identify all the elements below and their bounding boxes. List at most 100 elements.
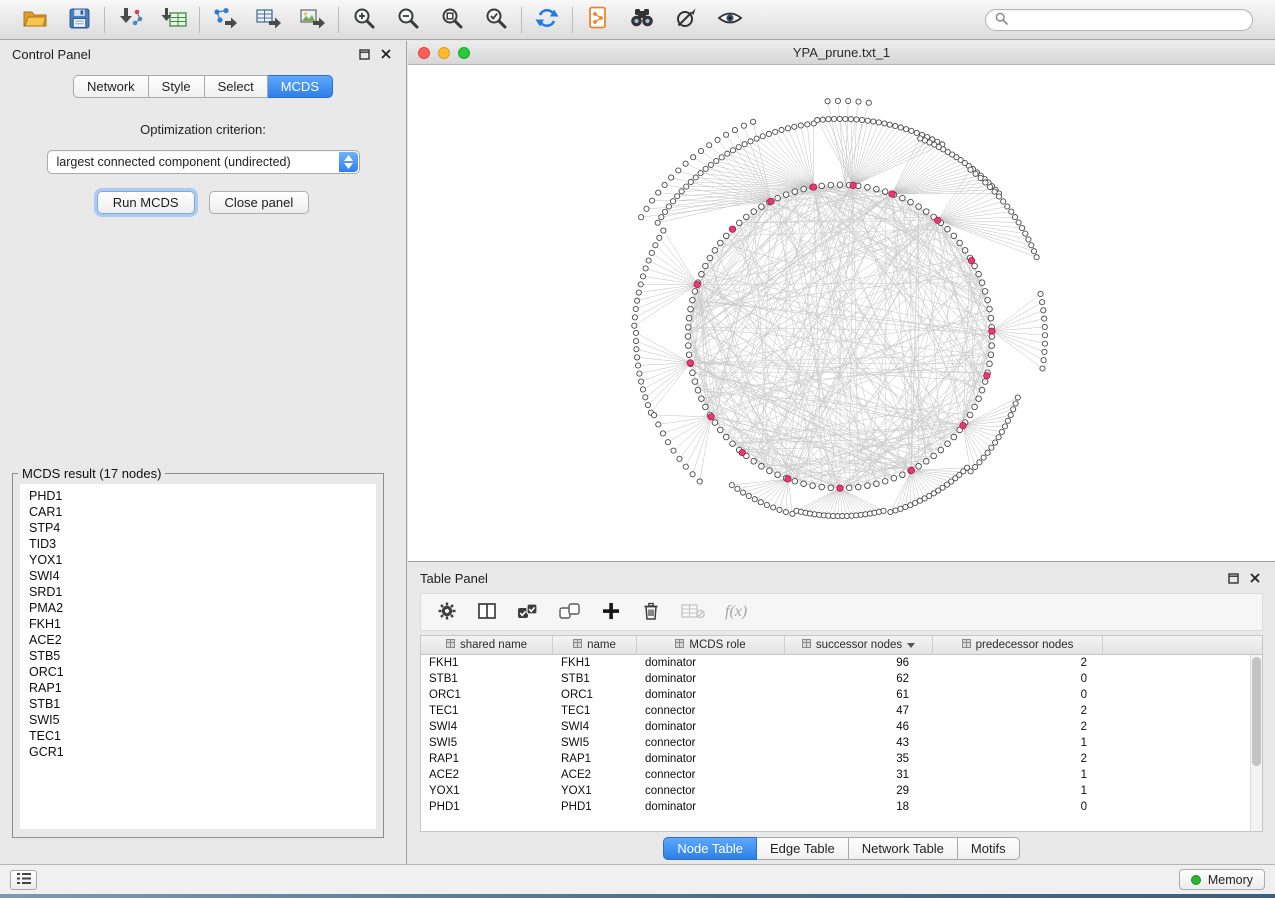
copy-style-button[interactable] — [583, 6, 613, 34]
import-table-button[interactable] — [159, 6, 189, 34]
mcds-result-item[interactable]: STP4 — [29, 520, 367, 536]
float-panel-icon[interactable] — [356, 46, 372, 62]
mcds-result-item[interactable]: SWI5 — [29, 712, 367, 728]
tab-motifs[interactable]: Motifs — [958, 837, 1020, 860]
deselect-all-icon[interactable] — [559, 601, 581, 624]
table-row[interactable]: SWI4SWI4dominator462 — [421, 719, 1262, 735]
table-settings-gear-icon[interactable] — [437, 601, 457, 624]
table-row[interactable]: TEC1TEC1connector472 — [421, 703, 1262, 719]
mcds-result-item[interactable]: FKH1 — [29, 616, 367, 632]
mcds-result-item[interactable]: YOX1 — [29, 552, 367, 568]
mcds-result-item[interactable]: STB5 — [29, 648, 367, 664]
table-row[interactable]: ACE2ACE2connector311 — [421, 767, 1262, 783]
zoom-fit-button[interactable] — [437, 6, 467, 34]
zoom-fit-icon — [440, 6, 464, 33]
node-table-body: FKH1FKH1dominator962STB1STB1dominator620… — [421, 655, 1262, 815]
mcds-result-item[interactable]: CAR1 — [29, 504, 367, 520]
table-row[interactable]: SWI5SWI5connector431 — [421, 735, 1262, 751]
memory-label: Memory — [1208, 873, 1253, 887]
column-header-name[interactable]: name — [553, 636, 637, 654]
mcds-result-list[interactable]: PHD1CAR1STP4TID3YOX1SWI4SRD1PMA2FKH1ACE2… — [20, 484, 376, 829]
right-region: YPA_prune.txt_1 Table Panel — [408, 41, 1275, 864]
delete-column-icon[interactable] — [641, 601, 661, 624]
optimization-criterion-label: Optimization criterion: — [0, 122, 406, 137]
import-network-button[interactable] — [115, 6, 145, 34]
show-columns-icon[interactable] — [477, 601, 497, 624]
tab-network-table[interactable]: Network Table — [849, 837, 958, 860]
export-image-button[interactable] — [298, 6, 328, 34]
export-table-button[interactable] — [254, 6, 284, 34]
find-button[interactable] — [627, 6, 657, 34]
refresh-button[interactable] — [532, 6, 562, 34]
zoom-selected-button[interactable] — [481, 6, 511, 34]
sort-caret-icon[interactable] — [907, 639, 915, 651]
table-cell: 2 — [933, 703, 1103, 719]
table-row[interactable]: YOX1YOX1connector291 — [421, 783, 1262, 799]
table-row[interactable]: PHD1PHD1dominator180 — [421, 799, 1262, 815]
column-header-predecessor-nodes[interactable]: predecessor nodes — [933, 636, 1103, 654]
dropdown-stepper-icon — [339, 152, 358, 172]
table-cell: dominator — [637, 671, 785, 687]
window-minimize-button[interactable] — [438, 47, 450, 59]
search-input[interactable] — [1014, 13, 1243, 27]
zoom-in-button[interactable] — [349, 6, 379, 34]
open-session-button[interactable] — [20, 6, 50, 34]
network-window: YPA_prune.txt_1 — [408, 41, 1275, 562]
select-all-icon[interactable] — [517, 601, 539, 624]
mcds-result-item[interactable]: TID3 — [29, 536, 367, 552]
table-scrollbar[interactable] — [1250, 655, 1262, 831]
tab-style[interactable]: Style — [149, 75, 205, 98]
close-panel-icon[interactable] — [378, 46, 394, 62]
tab-edge-table[interactable]: Edge Table — [757, 837, 849, 860]
mcds-result-item[interactable]: PHD1 — [29, 488, 367, 504]
network-canvas[interactable] — [408, 65, 1275, 561]
criterion-dropdown[interactable]: largest connected component (undirected) — [47, 150, 360, 174]
graphics-details-button[interactable] — [671, 6, 701, 34]
export-network-button[interactable] — [210, 6, 240, 34]
window-close-button[interactable] — [418, 47, 430, 59]
task-history-button[interactable] — [10, 870, 37, 890]
mcds-result-item[interactable]: SRD1 — [29, 584, 367, 600]
mcds-result-item[interactable]: SWI4 — [29, 568, 367, 584]
main-toolbar — [0, 0, 1275, 40]
tab-select[interactable]: Select — [205, 75, 268, 98]
memory-status-icon — [1191, 875, 1201, 885]
table-row[interactable]: STB1STB1dominator620 — [421, 671, 1262, 687]
add-column-icon[interactable] — [601, 601, 621, 624]
table-row[interactable]: ORC1ORC1dominator610 — [421, 687, 1262, 703]
mcds-result-item[interactable]: TEC1 — [29, 728, 367, 744]
table-cell: dominator — [637, 655, 785, 671]
table-cell: dominator — [637, 687, 785, 703]
tab-node-table[interactable]: Node Table — [663, 837, 757, 860]
column-header-mcds-role[interactable]: MCDS role — [637, 636, 785, 654]
tab-network[interactable]: Network — [73, 75, 149, 98]
tab-mcds[interactable]: MCDS — [268, 75, 333, 98]
table-cell: ACE2 — [421, 767, 553, 783]
column-header-successor-nodes[interactable]: successor nodes — [785, 636, 933, 654]
table-cell: YOX1 — [421, 783, 553, 799]
mcds-result-item[interactable]: STB1 — [29, 696, 367, 712]
table-row[interactable]: FKH1FKH1dominator962 — [421, 655, 1262, 671]
table-scrollbar-thumb[interactable] — [1252, 657, 1261, 766]
column-header-shared-name[interactable]: shared name — [421, 636, 553, 654]
mcds-result-item[interactable]: ACE2 — [29, 632, 367, 648]
float-panel-icon[interactable] — [1225, 570, 1241, 586]
memory-button[interactable]: Memory — [1179, 869, 1265, 890]
mcds-result-item[interactable]: PMA2 — [29, 600, 367, 616]
table-row[interactable]: RAP1RAP1dominator352 — [421, 751, 1262, 767]
run-mcds-button[interactable]: Run MCDS — [97, 191, 195, 214]
search-box[interactable] — [985, 9, 1253, 31]
save-session-button[interactable] — [64, 6, 94, 34]
close-panel-button[interactable]: Close panel — [209, 191, 310, 214]
save-floppy-icon — [69, 8, 90, 32]
mcds-result-item[interactable]: GCR1 — [29, 744, 367, 760]
mcds-result-fieldset: MCDS result (17 nodes) PHD1CAR1STP4TID3Y… — [12, 466, 384, 838]
close-panel-icon[interactable] — [1247, 570, 1263, 586]
mcds-result-item[interactable]: RAP1 — [29, 680, 367, 696]
window-maximize-button[interactable] — [458, 47, 470, 59]
eye-button[interactable] — [715, 6, 745, 34]
table-panel-title: Table Panel — [420, 571, 488, 586]
mcds-result-item[interactable]: ORC1 — [29, 664, 367, 680]
zoom-out-button[interactable] — [393, 6, 423, 34]
table-cell: dominator — [637, 719, 785, 735]
